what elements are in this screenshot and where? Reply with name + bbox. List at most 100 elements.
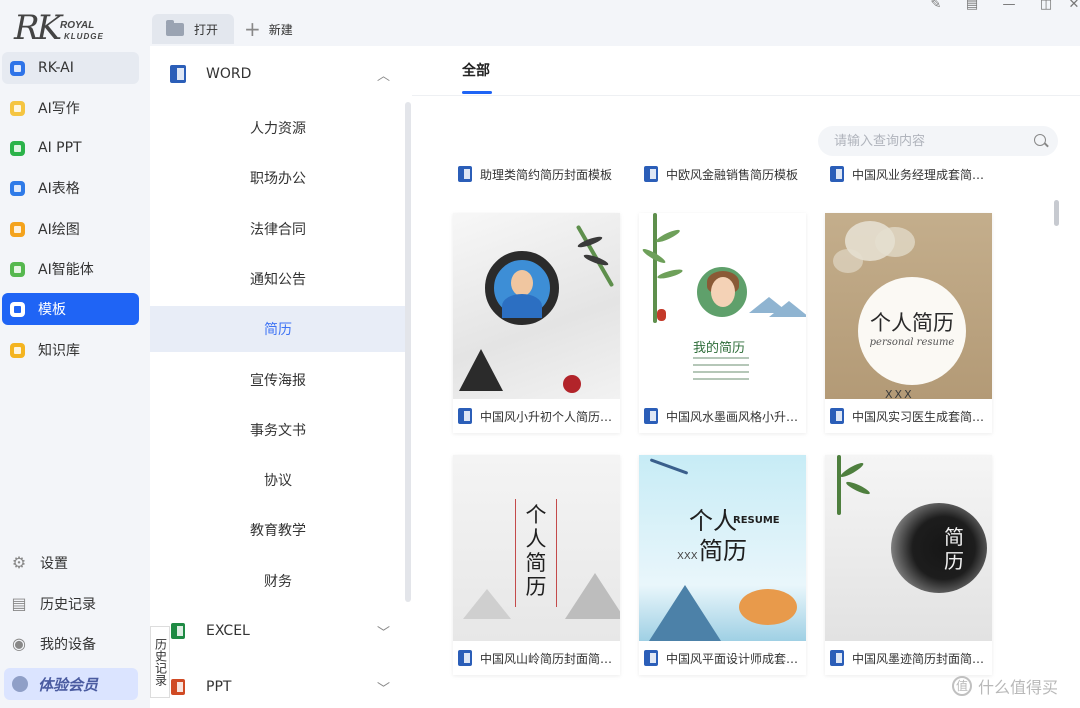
nav-item-rk-ai[interactable]: RK-AI	[2, 52, 139, 84]
search-icon[interactable]	[1034, 134, 1046, 146]
group-excel-label: EXCEL	[206, 623, 250, 639]
thumbnail-title: 个人简历	[525, 503, 547, 599]
excel-icon	[171, 623, 185, 639]
logo-rk-text: RK	[14, 8, 62, 48]
category-item[interactable]: 职场办公	[150, 155, 406, 201]
template-card[interactable]: 个人简历 personal resume XXX 中国风实习医生成套简历模板	[825, 213, 992, 433]
chevron-up-icon: ︿	[376, 69, 390, 84]
category-item[interactable]: 人力资源	[150, 105, 406, 151]
nav-item-label: 知识库	[38, 343, 80, 359]
thumbnail-title: 我的简历	[693, 341, 746, 356]
template-card[interactable]: 我的简历 中国风水墨画风格小升初简历	[639, 213, 806, 433]
template-item[interactable]: 助理类简约简历封面模板	[458, 164, 626, 184]
category-item[interactable]: 财务	[150, 558, 406, 604]
category-item[interactable]: 宣传海报	[150, 357, 406, 403]
template-title: 中国风水墨画风格小升初简历	[666, 409, 802, 424]
nav-item-label: AI表格	[38, 181, 80, 197]
chevron-down-icon: ﹀	[376, 626, 390, 641]
title-circle: 个人简历 personal resume	[858, 277, 966, 385]
group-word[interactable]: WORD ︿	[150, 56, 412, 92]
history-float-button[interactable]: 历史记录	[150, 626, 170, 698]
thumbnail-name: XXX	[885, 388, 914, 399]
category-item[interactable]: 通知公告	[150, 256, 406, 302]
group-ppt[interactable]: PPT ﹀	[150, 669, 412, 705]
word-icon	[644, 650, 658, 666]
left-nav: RK ROYAL KLUDGE RK-AI AI写作 AI PPT AI表格 AI绘图 A…	[0, 0, 150, 708]
template-thumbnail: 个人简历	[453, 455, 620, 641]
ppt-icon	[171, 679, 185, 695]
device-icon: ◉	[12, 634, 26, 653]
tab-open[interactable]: 打开	[152, 14, 234, 44]
template-card[interactable]: 简历 中国风墨迹简历封面简约模板	[825, 455, 992, 675]
category-panel: WORD ︿ 人力资源 职场办公法律合同 通知公告 简历 宣传海报 事务文书 协议 教育教学财…	[150, 46, 412, 708]
ai-drawing-icon	[10, 221, 25, 237]
search-input[interactable]	[818, 126, 1058, 156]
tab-all[interactable]: 全部	[462, 60, 490, 80]
template-icon	[10, 301, 25, 317]
thumbnail-name: XXX	[677, 551, 698, 562]
seal-stamp	[563, 375, 581, 393]
nav-item-knowledge-base[interactable]: 知识库	[2, 334, 139, 366]
nav-item-ai-agent[interactable]: AI智能体	[2, 253, 139, 285]
word-icon	[830, 650, 844, 666]
group-excel[interactable]: EXCEL ﹀	[150, 613, 412, 649]
word-icon	[458, 408, 472, 424]
tab-new[interactable]: + 新建	[244, 14, 293, 44]
category-item[interactable]: 协议	[150, 457, 406, 503]
template-thumbnail: 简历	[825, 455, 992, 641]
chevron-down-icon: ﹀	[376, 682, 390, 697]
nav-item-label: AI智能体	[38, 262, 94, 278]
logo-kludge-text: KLUDGE	[64, 32, 104, 41]
template-item[interactable]: 中欧风金融销售简历模板	[644, 164, 812, 184]
nav-item-ai-table[interactable]: AI表格	[2, 172, 139, 204]
template-card[interactable]: 个人简历 中国风山岭简历封面简约模板	[453, 455, 620, 675]
child-photo	[485, 251, 559, 325]
word-icon	[458, 650, 472, 666]
tree-illustration	[739, 589, 797, 625]
pagoda-illustration	[459, 349, 503, 391]
template-title: 中欧风金融销售简历模板	[666, 167, 799, 182]
nav-my-devices[interactable]: ◉ 我的设备	[2, 629, 139, 659]
template-card[interactable]: 中国风小升初个人简历模板	[453, 213, 620, 433]
note-icon[interactable]: ▤	[964, 0, 980, 14]
thumbnail-title: 简历	[944, 525, 964, 573]
close-icon[interactable]: ✕	[1068, 0, 1080, 14]
brand-logo: RK ROYAL KLUDGE	[14, 8, 114, 48]
template-title: 中国风山岭简历封面简约模板	[480, 651, 616, 666]
template-card[interactable]: 个人 RESUME 简历 XXX 中国风平面设计师成套简历模板	[639, 455, 806, 675]
nav-settings[interactable]: ⚙ 设置	[2, 548, 139, 578]
category-item[interactable]: 法律合同	[150, 206, 406, 252]
ai-agent-icon	[10, 261, 25, 277]
edit-icon[interactable]: ✎	[928, 0, 944, 14]
nav-item-label: RK-AI	[38, 60, 74, 76]
history-icon: ▤	[11, 594, 27, 613]
minimize-icon[interactable]: —	[1001, 0, 1017, 14]
tab-new-label: 新建	[268, 22, 293, 37]
logo-royal-text: ROYAL	[60, 20, 95, 31]
content-divider	[412, 95, 1080, 96]
template-item[interactable]: 中国风业务经理成套简历模板	[830, 164, 992, 184]
nav-item-template[interactable]: 模板	[2, 293, 139, 325]
template-thumbnail: 我的简历	[639, 213, 806, 399]
template-title: 中国风墨迹简历封面简约模板	[852, 651, 988, 666]
nav-item-ai-drawing[interactable]: AI绘图	[2, 213, 139, 245]
nav-history[interactable]: ▤ 历史记录	[2, 589, 139, 619]
trial-member-button[interactable]: 体验会员	[4, 668, 138, 700]
template-title: 中国风业务经理成套简历模板	[852, 167, 992, 182]
category-scrollbar[interactable]	[405, 102, 411, 602]
lantern-illustration	[657, 309, 666, 321]
category-item[interactable]: 事务文书	[150, 407, 406, 453]
knowledge-base-icon	[10, 342, 25, 358]
plus-icon: +	[244, 17, 261, 41]
nav-item-ai-writing[interactable]: AI写作	[2, 92, 139, 124]
restore-icon[interactable]: ◫	[1038, 0, 1054, 14]
content-scrollbar[interactable]	[1054, 200, 1059, 226]
template-thumbnail: 个人 RESUME 简历 XXX	[639, 455, 806, 641]
nav-item-ai-ppt[interactable]: AI PPT	[2, 132, 139, 164]
category-item[interactable]: 教育教学	[150, 507, 406, 553]
category-item[interactable]: 简历	[150, 306, 406, 353]
thumbnail-resume-text: RESUME	[733, 515, 780, 526]
word-icon	[458, 166, 472, 182]
watermark: 值 什么值得买	[952, 674, 1058, 698]
word-icon	[170, 65, 186, 83]
